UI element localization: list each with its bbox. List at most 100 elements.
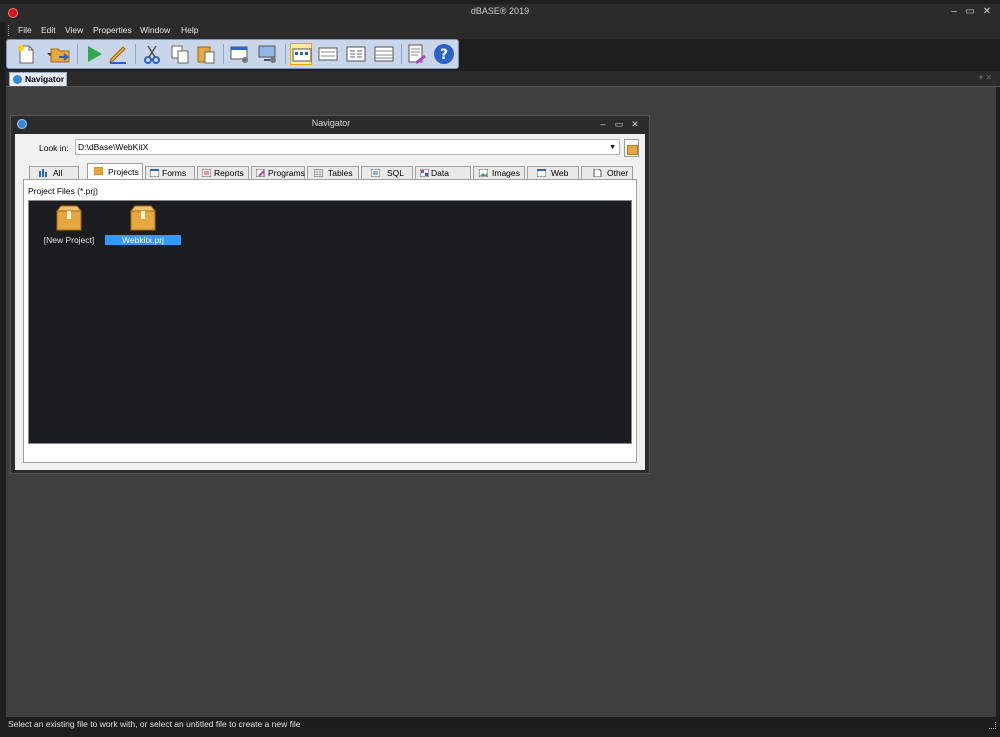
tab-images[interactable]: Images bbox=[473, 166, 525, 179]
file-list-view[interactable]: [New Project] Webkitx.prj bbox=[28, 200, 632, 444]
file-name: Webkitx.prj bbox=[105, 235, 181, 245]
main-toolbar: ? bbox=[6, 39, 459, 69]
cut-icon bbox=[144, 45, 160, 64]
view-large-icons-button[interactable] bbox=[290, 43, 312, 65]
file-item-new-project[interactable]: [New Project] bbox=[31, 205, 107, 249]
tab-navigator[interactable]: Navigator bbox=[9, 72, 67, 86]
view-list-icon bbox=[346, 46, 366, 62]
project-box-icon bbox=[129, 205, 157, 231]
command-window-button[interactable] bbox=[406, 43, 428, 65]
run-button[interactable] bbox=[83, 43, 105, 65]
toolbar-separator bbox=[77, 44, 78, 64]
tab-projects-label: Projects bbox=[108, 167, 139, 177]
design-icon bbox=[109, 46, 126, 64]
status-bar: Select an existing file to work with, or… bbox=[6, 718, 1000, 731]
tab-reports-label: Reports bbox=[214, 168, 244, 178]
paste-icon bbox=[197, 46, 215, 64]
tab-strip-controls[interactable]: ▾ ✕ bbox=[979, 73, 992, 82]
form-icon bbox=[150, 169, 159, 177]
chevron-down-icon[interactable]: ▼ bbox=[609, 144, 616, 151]
image-icon bbox=[479, 169, 488, 177]
navigator-minimize-button[interactable]: ‒ bbox=[597, 119, 609, 129]
projects-pane: Project Files (*.prj) [New Project] Webk… bbox=[23, 179, 637, 463]
tab-data-modules[interactable]: Data Modu bbox=[415, 166, 471, 188]
file-item-webkitx[interactable]: Webkitx.prj bbox=[105, 205, 181, 249]
new-file-icon bbox=[18, 45, 34, 64]
tab-sql[interactable]: SQL bbox=[361, 166, 413, 179]
document-tab-strip: Navigator ▾ ✕ bbox=[6, 71, 1000, 87]
tab-tables-label: Tables bbox=[328, 168, 353, 178]
view-small-icons-button[interactable] bbox=[317, 43, 339, 65]
look-in-combobox[interactable]: D:\dBase\WebKitX ▼ bbox=[75, 139, 620, 155]
app-window: dBASE® 2019 ‒ ▭ ✕ File Edit View Propert… bbox=[0, 0, 1000, 737]
help-icon: ? bbox=[434, 44, 454, 64]
project-icon bbox=[94, 167, 103, 175]
tab-tables[interactable]: Tables bbox=[307, 166, 359, 179]
maximize-button[interactable]: ▭ bbox=[962, 6, 978, 18]
command-window-icon bbox=[408, 44, 426, 65]
sql-icon bbox=[371, 169, 380, 177]
tab-forms-label: Forms bbox=[162, 168, 187, 178]
menu-properties[interactable]: Properties bbox=[93, 25, 132, 35]
help-button[interactable]: ? bbox=[433, 43, 455, 65]
view-large-icons-icon bbox=[292, 48, 312, 62]
menu-grip-icon[interactable] bbox=[8, 25, 11, 36]
menu-help[interactable]: Help bbox=[181, 25, 198, 35]
new-file-dropdown[interactable] bbox=[39, 43, 53, 65]
look-in-label: Look in: bbox=[39, 143, 69, 153]
tab-forms[interactable]: Forms bbox=[145, 166, 195, 179]
browse-folder-button[interactable] bbox=[624, 139, 639, 157]
menu-view[interactable]: View bbox=[65, 25, 83, 35]
project-box-icon bbox=[55, 205, 83, 231]
svg-text:?: ? bbox=[440, 47, 448, 63]
view-small-icons-icon bbox=[318, 47, 338, 61]
menu-window[interactable]: Window bbox=[140, 25, 170, 35]
view-details-button[interactable] bbox=[373, 43, 395, 65]
form-properties-button[interactable] bbox=[229, 43, 251, 65]
tab-all-label: All bbox=[53, 168, 63, 178]
file-type-tabs: All Projects Forms Reports Programs Tabl… bbox=[23, 163, 637, 188]
program-icon bbox=[256, 169, 265, 177]
resize-grip-icon[interactable] bbox=[989, 722, 996, 729]
file-name: [New Project] bbox=[43, 235, 95, 245]
cut-button[interactable] bbox=[141, 43, 163, 65]
menu-file[interactable]: File bbox=[18, 25, 32, 35]
tab-projects[interactable]: Projects bbox=[87, 163, 143, 179]
open-file-button[interactable] bbox=[49, 43, 71, 65]
all-icon bbox=[39, 169, 47, 177]
tab-web[interactable]: Web bbox=[527, 166, 579, 179]
menu-edit[interactable]: Edit bbox=[41, 25, 56, 35]
data-module-icon bbox=[420, 169, 429, 177]
tab-reports[interactable]: Reports bbox=[197, 166, 249, 179]
tab-navigator-label: Navigator bbox=[25, 74, 65, 84]
navigator-maximize-button[interactable]: ▭ bbox=[613, 119, 625, 130]
tab-programs[interactable]: Programs bbox=[251, 166, 305, 179]
navigator-icon bbox=[13, 75, 22, 84]
desktop-properties-button[interactable] bbox=[257, 43, 279, 65]
toolbar-separator bbox=[285, 44, 286, 64]
tab-other[interactable]: Other bbox=[581, 166, 633, 179]
pane-label: Project Files (*.prj) bbox=[28, 186, 98, 196]
run-icon bbox=[88, 46, 102, 62]
paste-button[interactable] bbox=[195, 43, 217, 65]
design-button[interactable] bbox=[107, 43, 129, 65]
open-file-icon bbox=[50, 48, 70, 63]
status-text: Select an existing file to work with, or… bbox=[8, 719, 301, 729]
tab-images-label: Images bbox=[492, 168, 520, 178]
tab-all[interactable]: All bbox=[29, 166, 79, 179]
new-file-button[interactable] bbox=[15, 43, 37, 65]
document-icon bbox=[593, 169, 602, 177]
minimize-button[interactable]: ‒ bbox=[946, 6, 962, 18]
view-list-button[interactable] bbox=[345, 43, 367, 65]
navigator-close-button[interactable]: ✕ bbox=[629, 119, 641, 130]
copy-icon bbox=[171, 45, 189, 64]
title-bar: dBASE® 2019 ‒ ▭ ✕ bbox=[0, 4, 1000, 22]
report-icon bbox=[202, 169, 211, 177]
copy-button[interactable] bbox=[169, 43, 191, 65]
close-button[interactable]: ✕ bbox=[979, 6, 995, 18]
navigator-title: Navigator bbox=[311, 118, 351, 128]
tab-other-label: Other bbox=[607, 168, 629, 178]
toolbar-separator bbox=[223, 44, 224, 64]
menu-bar: File Edit View Properties Window Help bbox=[6, 22, 1000, 39]
look-in-value: D:\dBase\WebKitX bbox=[78, 142, 149, 152]
